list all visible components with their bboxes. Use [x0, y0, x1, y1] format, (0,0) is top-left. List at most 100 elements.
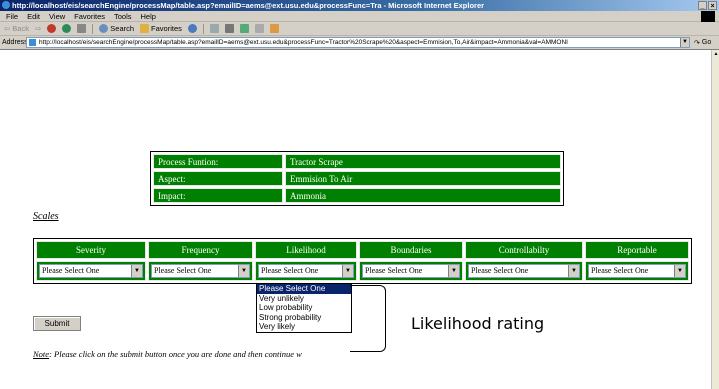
discuss-button[interactable] — [254, 24, 264, 33]
likelihood-dropdown-list: Please Select One Very unlikely Low prob… — [256, 283, 352, 333]
reportable-select-value: Please Select One — [591, 266, 649, 275]
go-label: Go — [701, 39, 712, 46]
boundaries-select-value: Please Select One — [365, 266, 423, 275]
menu-favorites[interactable]: Favorites — [74, 11, 105, 21]
likelihood-select-value: Please Select One — [261, 266, 319, 275]
discuss-icon — [254, 24, 264, 33]
dropdown-option[interactable]: Very likely — [257, 322, 351, 332]
process-function-label: Process Funtion: — [153, 154, 283, 169]
vertical-scrollbar[interactable]: ▲ — [711, 50, 719, 389]
column-controllability: Controllabilty — [465, 241, 583, 259]
favorites-button[interactable]: Favorites — [140, 24, 182, 33]
search-button[interactable]: Search — [99, 24, 134, 33]
edit-button[interactable] — [239, 24, 249, 33]
history-button[interactable] — [187, 24, 197, 33]
scales-select-row: Please Select One ▼ Please Select One ▼ Pl… — [36, 261, 689, 281]
impact-label: Impact: — [153, 188, 283, 203]
column-boundaries: Boundaries — [359, 241, 463, 259]
address-url: http://localhost/eis/searchEngine/proces… — [39, 39, 568, 46]
chevron-down-icon[interactable]: ▼ — [568, 265, 579, 277]
chevron-down-icon[interactable]: ▼ — [448, 265, 459, 277]
column-severity: Severity — [36, 241, 146, 259]
menu-tools[interactable]: Tools — [114, 11, 132, 21]
dropdown-option[interactable]: Strong probability — [257, 313, 351, 323]
go-arrow-icon: ↷ — [694, 39, 700, 47]
toolbar: ⇦ Back ⇨ Search Favorites — [0, 22, 719, 36]
boundaries-cell: Please Select One ▼ — [359, 261, 463, 281]
severity-select[interactable]: Please Select One ▼ — [39, 264, 143, 278]
stop-icon — [47, 24, 57, 33]
forward-button[interactable]: ⇨ — [35, 24, 41, 33]
menu-edit[interactable]: Edit — [27, 11, 40, 21]
chevron-down-icon[interactable]: ▼ — [342, 265, 353, 277]
search-icon — [99, 24, 109, 33]
reportable-select[interactable]: Please Select One ▼ — [588, 264, 686, 278]
table-row: Aspect: Emmision To Air — [153, 171, 561, 186]
address-bar: Address http://localhost/eis/searchEngin… — [0, 36, 719, 50]
chevron-down-icon[interactable]: ▼ — [674, 265, 685, 277]
minimize-button[interactable]: _ — [698, 1, 707, 10]
refresh-icon — [62, 24, 72, 33]
severity-select-value: Please Select One — [42, 266, 100, 275]
scroll-up-icon[interactable]: ▲ — [712, 50, 719, 58]
scales-heading: Scales — [33, 211, 59, 222]
scales-header-row: Severity Frequency Likelihood Boundaries… — [36, 241, 689, 259]
messenger-button[interactable] — [269, 24, 279, 33]
severity-cell: Please Select One ▼ — [36, 261, 146, 281]
back-button[interactable]: ⇦ Back — [4, 24, 29, 33]
controllability-cell: Please Select One ▼ — [465, 261, 583, 281]
scales-table: Severity Frequency Likelihood Boundaries… — [33, 238, 692, 284]
stop-button[interactable] — [47, 24, 57, 33]
mail-button[interactable] — [209, 24, 219, 33]
print-button[interactable] — [224, 24, 234, 33]
annotation-label: Likelihood rating — [411, 314, 545, 333]
toolbar-separator — [202, 23, 204, 34]
frequency-select[interactable]: Please Select One ▼ — [151, 264, 250, 278]
likelihood-select[interactable]: Please Select One ▼ — [258, 264, 354, 278]
refresh-button[interactable] — [62, 24, 72, 33]
menu-file[interactable]: File — [6, 11, 18, 21]
note-text: Note: Please click on the submit button … — [33, 349, 302, 359]
go-button[interactable]: ↷ Go — [694, 39, 711, 47]
address-dropdown-icon[interactable]: ▼ — [680, 38, 689, 47]
favorites-icon — [140, 24, 150, 33]
aspect-label: Aspect: — [153, 171, 283, 186]
windows-logo-icon — [701, 11, 715, 22]
window-title: http://localhost/eis/searchEngine/proces… — [12, 1, 485, 10]
boundaries-select[interactable]: Please Select One ▼ — [362, 264, 460, 278]
frequency-cell: Please Select One ▼ — [148, 261, 253, 281]
annotation-bracket — [350, 285, 386, 352]
likelihood-cell: Please Select One ▼ — [255, 261, 357, 281]
toolbar-separator — [92, 23, 94, 34]
window-titlebar: http://localhost/eis/searchEngine/proces… — [0, 0, 719, 11]
column-likelihood: Likelihood — [255, 241, 357, 259]
controllability-select[interactable]: Please Select One ▼ — [468, 264, 580, 278]
chevron-down-icon[interactable]: ▼ — [238, 265, 249, 277]
chevron-down-icon[interactable]: ▼ — [131, 265, 142, 277]
controllability-select-value: Please Select One — [471, 266, 529, 275]
reportable-cell: Please Select One ▼ — [585, 261, 689, 281]
back-label: Back — [12, 24, 29, 33]
mail-icon — [209, 24, 219, 33]
table-row: Impact: Ammonia — [153, 188, 561, 203]
process-function-value: Tractor Scrape — [285, 154, 561, 169]
dropdown-option[interactable]: Very unlikely — [257, 294, 351, 304]
address-field[interactable]: http://localhost/eis/searchEngine/proces… — [26, 37, 690, 48]
ie-icon — [2, 1, 10, 9]
submit-button[interactable]: Submit — [33, 316, 81, 331]
dropdown-option[interactable]: Low probability — [257, 303, 351, 313]
print-icon — [224, 24, 234, 33]
impact-value: Ammonia — [285, 188, 561, 203]
table-row: Process Funtion: Tractor Scrape — [153, 154, 561, 169]
search-label: Search — [110, 24, 135, 33]
dropdown-option[interactable]: Please Select One — [257, 284, 351, 294]
column-frequency: Frequency — [148, 241, 253, 259]
close-button[interactable]: × — [708, 1, 717, 10]
menu-bar: File Edit View Favorites Tools Help — [0, 11, 719, 22]
note-body: : Please click on the submit button once… — [49, 349, 302, 359]
messenger-icon — [269, 24, 279, 33]
menu-help[interactable]: Help — [141, 11, 156, 21]
address-label: Address — [2, 39, 28, 46]
menu-view[interactable]: View — [49, 11, 65, 21]
home-button[interactable] — [77, 24, 87, 33]
